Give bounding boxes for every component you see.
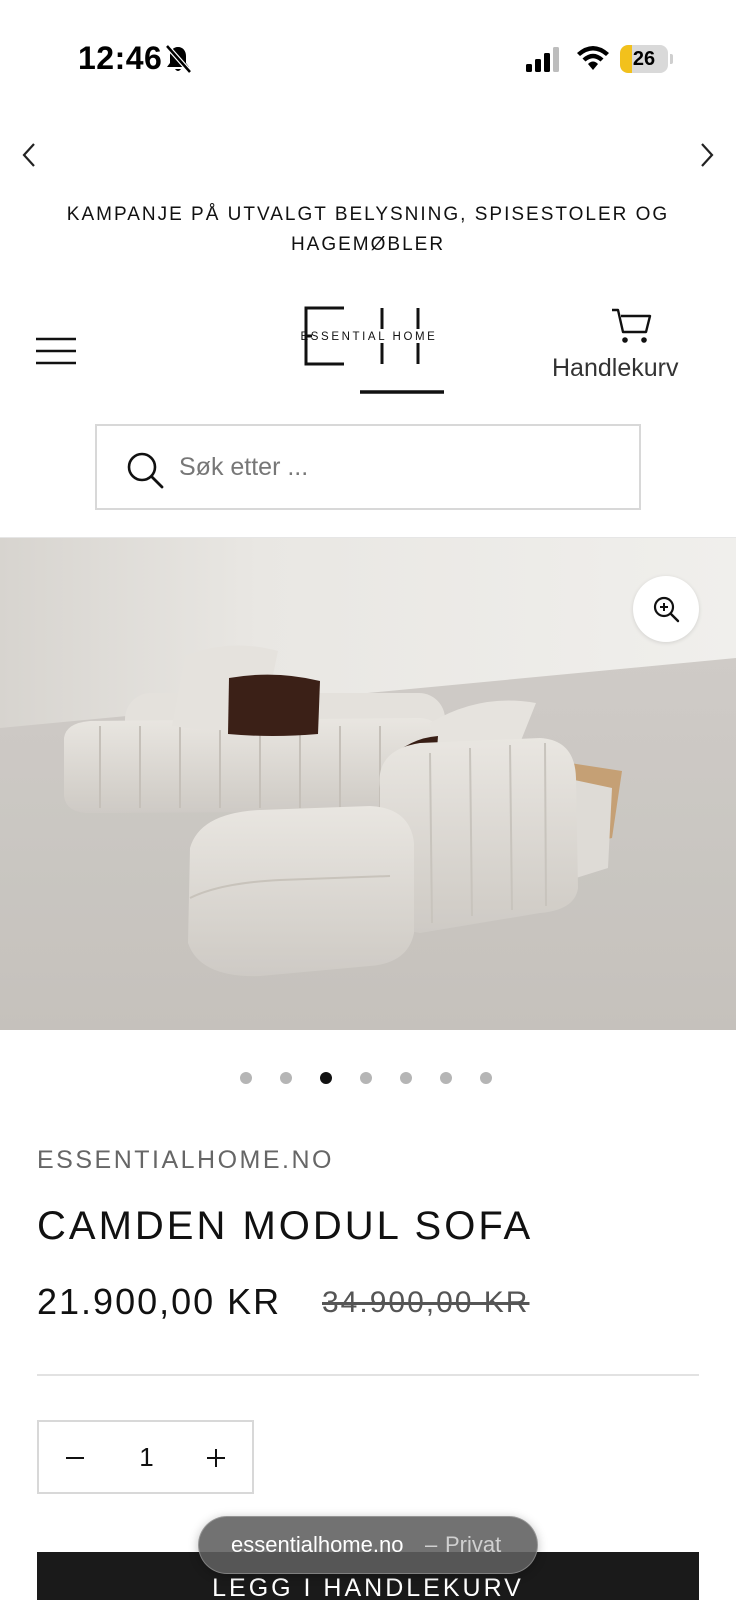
browser-domain: essentialhome.no [231,1532,404,1557]
divider [37,1374,699,1376]
announcement-text: KAMPANJE PÅ UTVALGT BELYSNING, SPISESTOL… [66,204,670,255]
status-bar: 12:46 26 [0,0,736,120]
product-vendor[interactable]: ESSENTIALHOME.NO [37,1146,334,1175]
browser-mode: Privat [445,1532,502,1557]
chevron-right-icon[interactable] [694,138,718,172]
product-image[interactable] [0,537,736,1030]
cart-icon[interactable] [610,306,654,346]
sale-price: 21.900,00 KR [37,1281,282,1322]
search-bar[interactable] [95,424,641,510]
bell-slash-icon [165,44,192,74]
cellular-signal-icon [526,47,559,72]
hamburger-menu-icon[interactable] [36,336,78,366]
product-title: CAMDEN MODUL SOFA [37,1204,534,1248]
zoom-button[interactable] [633,576,699,642]
gallery-dot[interactable] [360,1072,372,1084]
gallery-dot[interactable] [240,1072,252,1084]
gallery-dot[interactable] [400,1072,412,1084]
battery-icon: 26 [620,45,673,73]
wifi-icon [577,46,609,70]
cart-label[interactable]: Handlekurv [552,354,702,383]
quantity-stepper [37,1420,254,1494]
gallery-dot[interactable] [280,1072,292,1084]
quantity-input[interactable] [109,1422,184,1492]
logo[interactable]: ESSENTIAL HOME [288,300,448,396]
compare-at-price: 34.900,00 KR [322,1286,530,1319]
add-to-cart-label: LEGG I HANDLEKURV [212,1574,524,1600]
browser-url-pill[interactable]: essentialhome.no – Privat [198,1516,538,1574]
logo-text: ESSENTIAL HOME [301,331,438,343]
minus-icon [66,1457,84,1459]
plus-icon [207,1449,225,1467]
battery-level: 26 [632,48,656,70]
search-icon[interactable] [125,450,165,490]
gallery-dot[interactable] [480,1072,492,1084]
chevron-left-icon[interactable] [18,138,42,172]
gallery-pagination [240,1072,500,1086]
status-time: 12:46 [78,40,163,76]
zoom-in-icon [653,596,680,623]
quantity-increase-button[interactable] [192,1434,240,1482]
search-input[interactable] [179,444,619,490]
browser-separator: – [425,1532,438,1557]
gallery-dot[interactable] [440,1072,452,1084]
quantity-decrease-button[interactable] [51,1434,99,1482]
sofa-photo [0,538,736,1030]
gallery-dot[interactable] [320,1072,332,1084]
